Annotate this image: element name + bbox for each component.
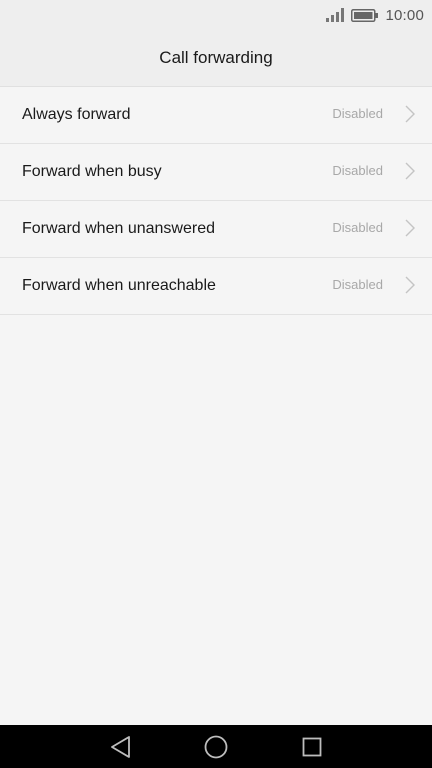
- setting-status: Disabled: [332, 106, 383, 121]
- setting-label: Forward when unreachable: [22, 277, 216, 294]
- setting-row-forward-when-busy[interactable]: Forward when busy Disabled: [0, 144, 432, 201]
- status-bar: 10:00: [0, 0, 432, 30]
- setting-label: Forward when unanswered: [22, 220, 215, 237]
- settings-list: Always forward Disabled Forward when bus…: [0, 87, 432, 315]
- recents-square-icon: [302, 737, 322, 756]
- home-circle-icon: [204, 735, 228, 758]
- setting-row-always-forward[interactable]: Always forward Disabled: [0, 87, 432, 144]
- chevron-right-icon: [405, 162, 415, 180]
- header: Call forwarding: [0, 30, 432, 87]
- back-button[interactable]: [91, 725, 151, 768]
- back-triangle-icon: [111, 735, 130, 758]
- setting-row-forward-when-unanswered[interactable]: Forward when unanswered Disabled: [0, 201, 432, 258]
- status-time: 10:00: [385, 6, 424, 24]
- status-indicators: 10:00: [326, 6, 424, 24]
- navigation-bar: [0, 725, 432, 768]
- recents-button[interactable]: [282, 725, 342, 768]
- battery-icon: [351, 8, 379, 22]
- setting-status: Disabled: [332, 163, 383, 178]
- setting-label: Always forward: [22, 106, 131, 123]
- chevron-right-icon: [405, 105, 415, 123]
- setting-row-forward-when-unreachable[interactable]: Forward when unreachable Disabled: [0, 258, 432, 315]
- page-title: Call forwarding: [159, 48, 273, 67]
- chevron-right-icon: [405, 219, 415, 237]
- signal-icon: [326, 8, 345, 22]
- setting-label: Forward when busy: [22, 163, 162, 180]
- setting-status: Disabled: [332, 277, 383, 292]
- setting-status: Disabled: [332, 220, 383, 235]
- chevron-right-icon: [405, 276, 415, 294]
- home-button[interactable]: [186, 725, 246, 768]
